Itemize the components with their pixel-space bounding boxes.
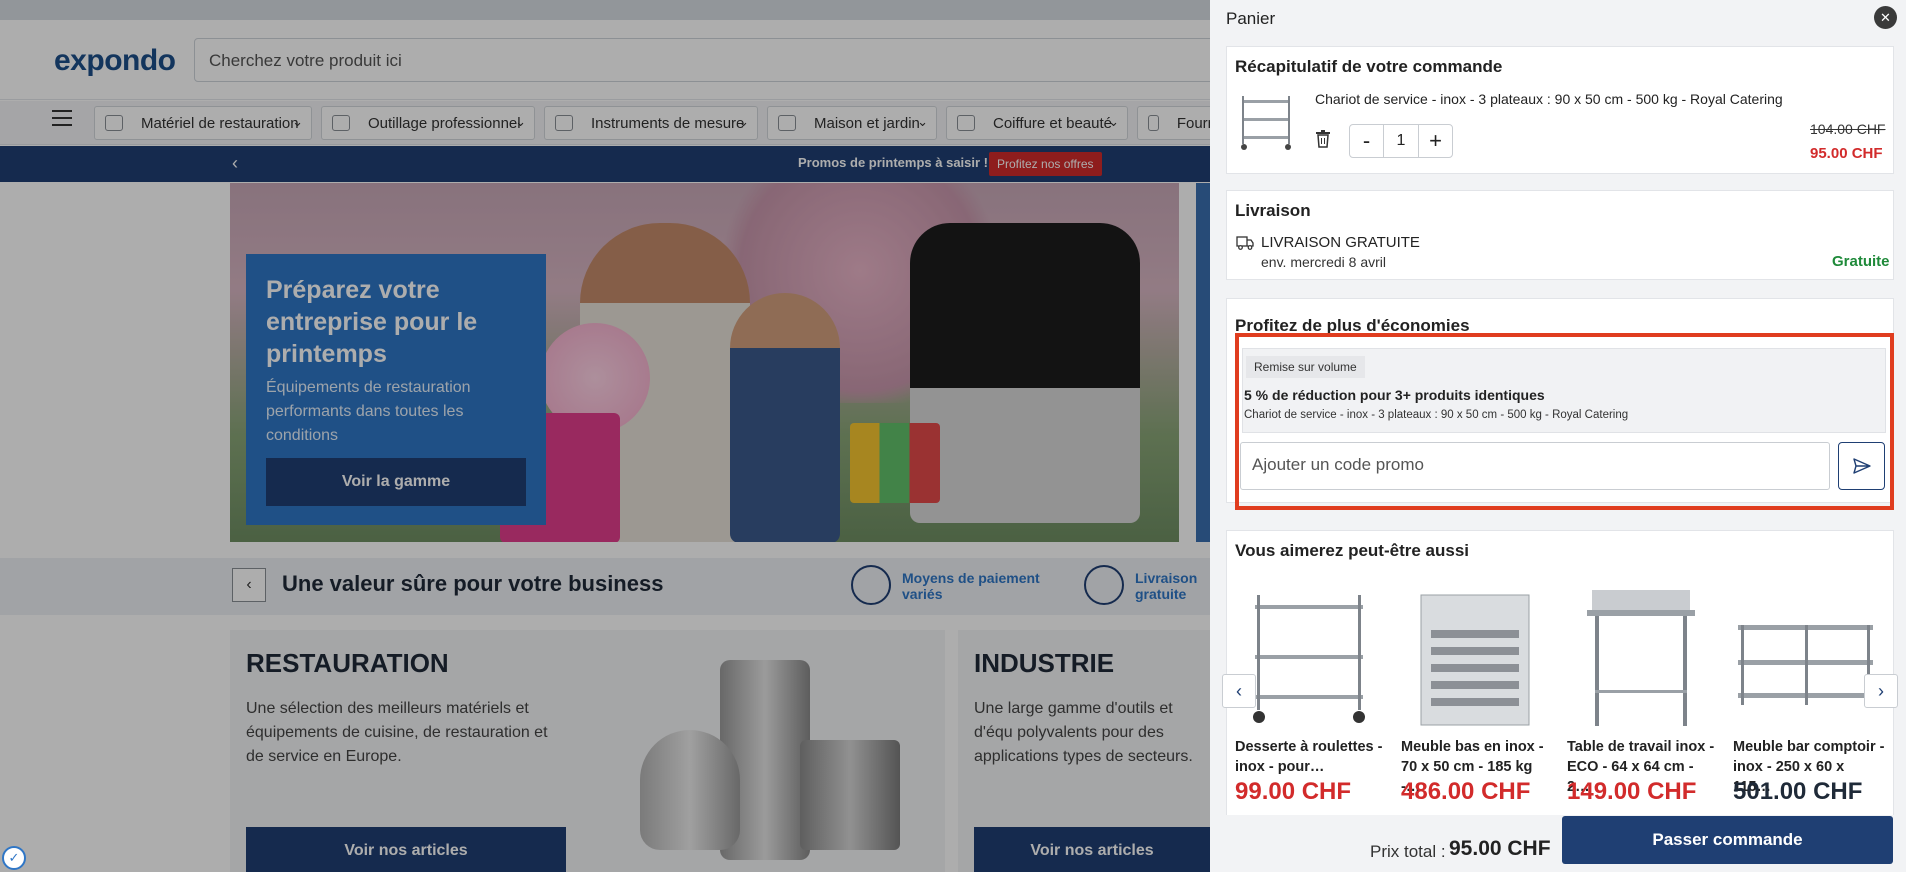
delivery-method: LIVRAISON GRATUITE (1261, 234, 1420, 251)
checkout-button[interactable]: Passer commande (1562, 816, 1893, 864)
quantity-stepper: - 1 + (1349, 124, 1453, 158)
promo-highlight-frame (1235, 333, 1894, 510)
product-price: 99.00 CHF (1235, 778, 1352, 805)
product-price: 486.00 CHF (1401, 778, 1531, 805)
cart-item-name[interactable]: Chariot de service - inox - 3 plateaux :… (1315, 91, 1783, 107)
total-label: Prix total : (1370, 842, 1446, 861)
product-image (1738, 625, 1873, 705)
product-price: 149.00 CHF (1567, 778, 1697, 805)
modal-overlay[interactable] (0, 0, 1210, 872)
reco-next-button[interactable]: › (1864, 674, 1898, 708)
product-price: 501.00 CHF (1733, 778, 1863, 805)
total-value: 95.00 CHF (1449, 837, 1551, 860)
product-image (1253, 595, 1365, 723)
delivery-cost: Gratuite (1832, 253, 1890, 270)
quantity-value[interactable]: 1 (1384, 125, 1418, 157)
trash-icon[interactable] (1316, 130, 1330, 148)
cart-title: Panier (1226, 9, 1276, 28)
price-discounted: 95.00 CHF (1810, 145, 1883, 162)
close-icon[interactable]: ✕ (1874, 6, 1897, 29)
decrease-quantity-button[interactable]: - (1350, 125, 1384, 157)
increase-quantity-button[interactable]: + (1418, 125, 1452, 157)
product-image (1587, 590, 1695, 726)
truck-icon (1236, 236, 1254, 250)
product-name[interactable]: Desserte à roulettes - inox - pour… (1235, 737, 1387, 777)
delivery-date: env. mercredi 8 avril (1261, 254, 1387, 270)
consent-icon[interactable]: ✓ (2, 846, 26, 870)
reco-prev-button[interactable]: ‹ (1222, 674, 1256, 708)
product-thumbnail (1241, 96, 1291, 150)
product-image (1420, 594, 1530, 726)
delivery-heading: Livraison (1235, 201, 1311, 220)
summary-heading: Récapitulatif de votre commande (1235, 57, 1503, 76)
recommendations-heading: Vous aimerez peut-être aussi (1235, 541, 1469, 560)
price-original: 104.00 CHF (1810, 121, 1886, 137)
